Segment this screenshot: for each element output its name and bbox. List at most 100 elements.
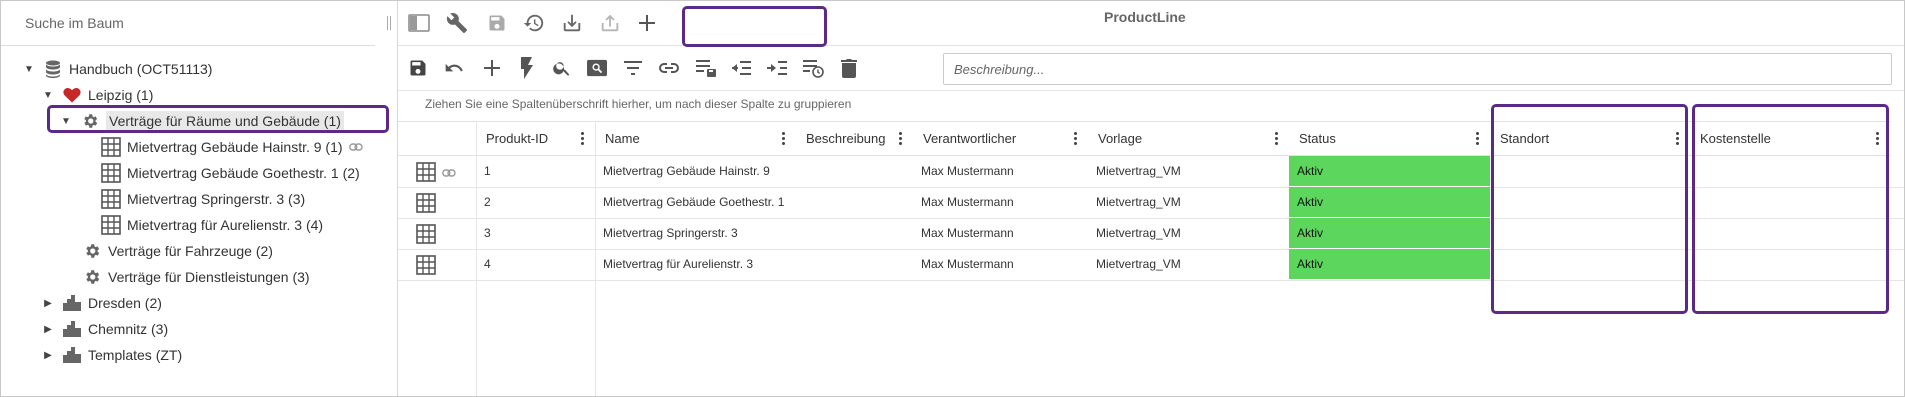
tab-productline[interactable]: ProductLine (1104, 9, 1186, 25)
download-icon[interactable] (560, 11, 584, 35)
tree-node-label: Mietvertrag für Aurelienstr. 3 (4) (127, 217, 324, 233)
tree-node-mietvertrag-hainstr[interactable]: Mietvertrag Gebäude Hainstr. 9 (1) (93, 135, 363, 159)
search-icon[interactable] (550, 56, 574, 80)
cell-produkt-id[interactable]: 3 (476, 218, 595, 248)
app-window: ▼ Handbuch (OCT51113) ▼ Leipzig (1) ▼ Ve… (0, 0, 1905, 397)
expand-arrow-icon[interactable]: ▶ (42, 298, 54, 309)
add-icon[interactable] (480, 56, 504, 80)
tree-node-vertraege-fahrzeuge[interactable]: Verträge für Fahrzeuge (2) (74, 239, 273, 263)
column-header-status[interactable]: Status (1289, 121, 1490, 156)
column-header-label: Verantwortlicher (923, 131, 1017, 146)
expand-arrow-icon[interactable]: ▶ (42, 350, 54, 361)
cell-beschreibung[interactable] (796, 156, 913, 186)
column-menu-icon[interactable] (1470, 132, 1484, 145)
column-header-verantwortlicher[interactable]: Verantwortlicher (913, 121, 1088, 156)
cell-beschreibung[interactable] (796, 218, 913, 248)
row-icons (416, 162, 456, 185)
column-menu-icon[interactable] (1269, 132, 1283, 145)
cell-verantwortlicher[interactable]: Max Mustermann (913, 249, 1088, 279)
delete-icon[interactable] (837, 56, 861, 80)
tree-node-label: Chemnitz (3) (88, 321, 169, 337)
table-icon[interactable] (416, 255, 436, 278)
cell-verantwortlicher[interactable]: Max Mustermann (913, 218, 1088, 248)
description-input[interactable] (952, 61, 1809, 78)
cell-verantwortlicher[interactable]: Max Mustermann (913, 156, 1088, 186)
description-field (943, 53, 1892, 85)
main-toolbar: ProductLine (398, 1, 1904, 47)
history-icon[interactable] (522, 11, 546, 35)
tree-node-mietvertrag-aurelienstr[interactable]: Mietvertrag für Aurelienstr. 3 (4) (93, 213, 323, 237)
tree-node-dresden[interactable]: ▶ Dresden (2) (42, 291, 162, 315)
link-icon[interactable] (657, 56, 681, 80)
cell-verantwortlicher[interactable]: Max Mustermann (913, 187, 1088, 217)
tree-node-mietvertrag-springerstr[interactable]: Mietvertrag Springerstr. 3 (3) (93, 187, 305, 211)
column-header-vorlage[interactable]: Vorlage (1088, 121, 1289, 156)
table-icon[interactable] (416, 162, 436, 185)
cell-status[interactable]: Aktiv (1289, 187, 1490, 217)
column-header-label: Name (605, 131, 640, 146)
column-header-label: Status (1299, 131, 1336, 146)
tree-node-chemnitz[interactable]: ▶ Chemnitz (3) (42, 317, 168, 341)
tree-node-label: Dresden (2) (88, 295, 162, 311)
add-tab-icon[interactable] (635, 11, 659, 35)
tree-panel: ▼ Handbuch (OCT51113) ▼ Leipzig (1) ▼ Ve… (1, 1, 398, 396)
cell-produkt-id[interactable]: 4 (476, 249, 595, 279)
column-header-beschreibung[interactable]: Beschreibung (796, 121, 913, 156)
column-menu-icon[interactable] (575, 132, 589, 145)
tree-node-leipzig[interactable]: ▼ Leipzig (1) (42, 83, 153, 107)
splitter-handle[interactable] (387, 16, 391, 30)
undo-icon[interactable] (442, 56, 466, 80)
tree-node-label: Verträge für Fahrzeuge (2) (108, 243, 273, 259)
cell-vorlage[interactable]: Mietvertrag_VM (1088, 218, 1289, 248)
expand-arrow-icon[interactable]: ▶ (42, 324, 54, 335)
gear-icon (82, 267, 102, 287)
cell-vorlage[interactable]: Mietvertrag_VM (1088, 156, 1289, 186)
image-search-icon[interactable] (585, 56, 609, 80)
panel-toggle-icon[interactable] (407, 11, 431, 35)
cell-vorlage[interactable]: Mietvertrag_VM (1088, 249, 1289, 279)
cell-produkt-id[interactable]: 1 (476, 156, 595, 186)
cell-name[interactable]: Mietvertrag für Aurelienstr. 3 (595, 249, 796, 279)
cell-status[interactable]: Aktiv (1289, 218, 1490, 248)
cell-status[interactable]: Aktiv (1289, 249, 1490, 279)
table-icon (101, 163, 121, 183)
column-menu-icon[interactable] (893, 132, 907, 145)
flash-icon[interactable] (515, 56, 539, 80)
table-icon[interactable] (416, 193, 436, 216)
tree-node-templates[interactable]: ▶ Templates (ZT) (42, 343, 182, 367)
tree-node-label: Templates (ZT) (88, 347, 183, 363)
tree-search-input[interactable] (23, 14, 357, 32)
column-header-produkt-id[interactable]: Produkt-ID (476, 121, 595, 156)
cell-name[interactable]: Mietvertrag Gebäude Hainstr. 9 (595, 156, 796, 186)
collapse-arrow-icon[interactable]: ▼ (23, 64, 35, 75)
save-icon[interactable] (485, 11, 509, 35)
tree-node-handbuch[interactable]: ▼ Handbuch (OCT51113) (23, 57, 212, 81)
upload-icon[interactable] (598, 11, 622, 35)
save-icon[interactable] (406, 56, 430, 80)
table-icon (101, 189, 121, 209)
cell-status[interactable]: Aktiv (1289, 156, 1490, 186)
tree-node-label: Mietvertrag Springerstr. 3 (3) (127, 191, 306, 207)
cell-vorlage[interactable]: Mietvertrag_VM (1088, 187, 1289, 217)
wrench-icon[interactable] (445, 11, 469, 35)
list-history-icon[interactable] (801, 56, 825, 80)
cell-beschreibung[interactable] (796, 187, 913, 217)
gear-icon (82, 241, 102, 261)
collapse-arrow-icon[interactable]: ▼ (42, 90, 54, 101)
cell-name[interactable]: Mietvertrag Springerstr. 3 (595, 218, 796, 248)
tree-node-vertraege-dienstleistungen[interactable]: Verträge für Dienstleistungen (3) (74, 265, 310, 289)
row-icons (416, 255, 436, 278)
tree-node-mietvertrag-goethestr[interactable]: Mietvertrag Gebäude Goethestr. 1 (2) (93, 161, 360, 185)
indent-icon[interactable] (765, 56, 789, 80)
cell-produkt-id[interactable]: 2 (476, 187, 595, 217)
cell-beschreibung[interactable] (796, 249, 913, 279)
building-icon (62, 319, 82, 339)
column-header-name[interactable]: Name (595, 121, 796, 156)
table-icon[interactable] (416, 224, 436, 247)
filter-icon[interactable] (621, 56, 645, 80)
column-menu-icon[interactable] (1068, 132, 1082, 145)
cell-name[interactable]: Mietvertrag Gebäude Goethestr. 1 (595, 187, 796, 217)
outdent-icon[interactable] (729, 56, 753, 80)
list-save-icon[interactable] (694, 56, 718, 80)
column-menu-icon[interactable] (776, 132, 790, 145)
